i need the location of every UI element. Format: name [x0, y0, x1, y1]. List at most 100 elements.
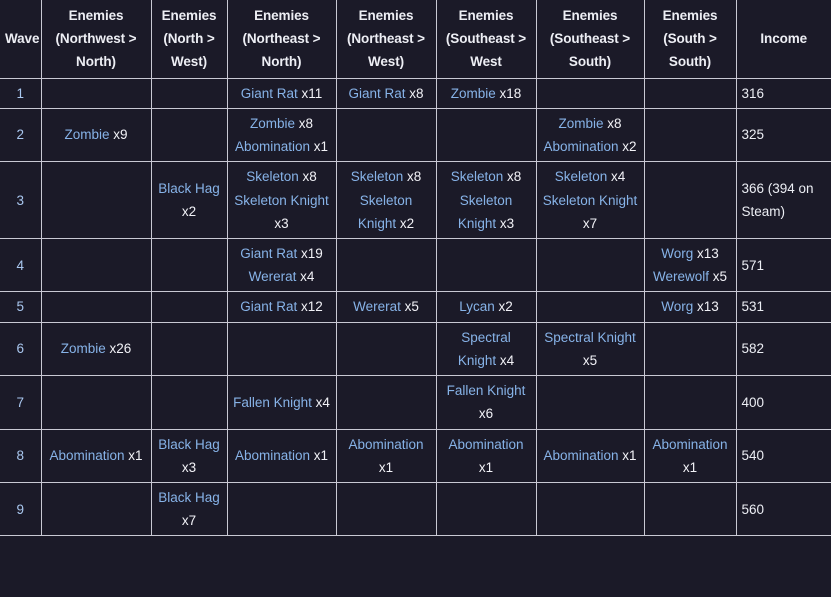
enemy-link[interactable]: Zombie: [64, 127, 109, 142]
enemy-count: x1: [622, 448, 637, 464]
lane-cell-southeast-west: [435, 481, 537, 537]
lane-cell-north-west: [150, 375, 228, 430]
column-header-southeast-south: Enemies (Southeast > South): [535, 0, 645, 79]
lane-cell-northeast-north: Abomination x1: [226, 428, 337, 483]
enemy-count: x8: [302, 169, 317, 185]
enemy-entry: Fallen Knight x4: [233, 395, 330, 410]
enemy-link[interactable]: Abomination: [652, 437, 727, 452]
enemy-entry: Abomination x1: [348, 437, 423, 475]
lane-cell-northeast-west: [335, 375, 437, 430]
enemy-count: x4: [611, 169, 626, 185]
enemy-count: x7: [582, 215, 598, 231]
enemy-link[interactable]: Black Hag: [158, 437, 220, 452]
enemy-link[interactable]: Giant Rat: [240, 246, 297, 261]
enemy-entry: Zombie x8: [558, 116, 621, 131]
enemy-link[interactable]: Zombie: [558, 116, 603, 131]
lane-cell-northwest-north: [40, 481, 152, 537]
enemy-entry: Abomination x1: [49, 448, 142, 463]
enemy-entry: Skeleton Knight x3: [234, 193, 329, 231]
wave-number: 5: [0, 291, 42, 323]
enemy-entry: Skeleton x4: [555, 169, 626, 184]
lane-cell-southeast-west: [435, 107, 537, 163]
enemy-link[interactable]: Abomination: [348, 437, 423, 452]
column-header-north-west: Enemies (North > West): [150, 0, 228, 79]
enemy-entry: Wererat x5: [353, 299, 419, 314]
lane-cell-north-west: [150, 237, 228, 293]
lane-cell-south-south: [643, 375, 737, 430]
lane-cell-northwest-north: Zombie x9: [40, 107, 152, 163]
enemy-link[interactable]: Abomination: [49, 448, 124, 463]
lane-cell-southeast-west: Lycan x2: [435, 291, 537, 323]
column-header-northeast-west: Enemies (Northeast > West): [335, 0, 437, 79]
enemy-link[interactable]: Worg: [661, 246, 693, 261]
lane-cell-north-west: [150, 107, 228, 163]
enemy-link[interactable]: Skeleton: [555, 169, 608, 184]
enemy-link[interactable]: Spectral Knight: [544, 330, 636, 345]
enemy-link[interactable]: Fallen Knight: [447, 383, 526, 398]
enemy-link[interactable]: Skeleton Knight: [543, 193, 638, 208]
income-value: 560: [735, 481, 831, 537]
enemy-count: x2: [498, 299, 513, 315]
enemy-link[interactable]: Zombie: [451, 86, 496, 101]
enemy-entry: Wererat x4: [249, 269, 315, 284]
lane-cell-south-south: [643, 77, 737, 109]
enemy-link[interactable]: Skeleton Knight: [234, 193, 329, 208]
enemy-count: x1: [313, 139, 329, 155]
enemy-link[interactable]: Giant Rat: [241, 86, 298, 101]
lane-cell-south-south: [643, 481, 737, 537]
table-row: 3 Black Hag x2 Skeleton x8 Skeleton Knight …: [0, 161, 831, 239]
enemy-link[interactable]: Skeleton: [351, 169, 404, 184]
column-header-income: Income: [735, 0, 831, 79]
enemy-entry: Giant Rat x11: [241, 86, 323, 101]
column-header-wave: Wave: [0, 0, 42, 79]
enemy-count: x18: [499, 85, 522, 101]
lane-cell-southeast-west: Fallen Knight x6: [435, 375, 537, 430]
enemy-link[interactable]: Wererat: [353, 299, 401, 314]
table-row: 5 Giant Rat x12 Wererat x5 Lycan x2 Worg x13…: [0, 291, 831, 323]
enemy-link[interactable]: Abomination: [448, 437, 523, 452]
enemy-entry: Zombie x26: [61, 341, 132, 356]
enemy-count: x8: [507, 169, 522, 185]
enemy-link[interactable]: Abomination: [543, 139, 618, 154]
enemy-link[interactable]: Black Hag: [158, 181, 220, 196]
lane-cell-southeast-west: [435, 237, 537, 293]
income-value: 540: [735, 428, 831, 483]
enemy-link[interactable]: Abomination: [235, 448, 310, 463]
table-header: Wave Enemies (Northwest > North) Enemies…: [0, 0, 831, 79]
enemy-link[interactable]: Giant Rat: [240, 299, 297, 314]
enemy-count: x8: [409, 85, 424, 101]
lane-cell-southeast-south: Spectral Knight x5: [535, 321, 645, 377]
enemy-count: x11: [301, 85, 323, 101]
lane-cell-northwest-north: [40, 77, 152, 109]
enemy-link[interactable]: Abomination: [543, 448, 618, 463]
lane-cell-southeast-south: [535, 291, 645, 323]
enemy-link[interactable]: Fallen Knight: [233, 395, 312, 410]
lane-cell-northwest-north: [40, 161, 152, 239]
enemy-link[interactable]: Abomination: [235, 139, 310, 154]
enemy-entry: Werewolf x5: [653, 269, 727, 284]
enemy-link[interactable]: Zombie: [250, 116, 295, 131]
lane-cell-northeast-north: [226, 321, 337, 377]
enemy-entry: Abomination x1: [235, 139, 328, 154]
enemy-count: x19: [301, 245, 323, 261]
enemy-count: x12: [301, 299, 323, 315]
enemy-link[interactable]: Werewolf: [653, 269, 709, 284]
enemy-count: x4: [499, 352, 515, 368]
lane-cell-north-west: [150, 77, 228, 109]
table-row: 1 Giant Rat x11 Giant Rat x8 Zombie x18 316: [0, 77, 831, 109]
enemy-link[interactable]: Worg: [661, 299, 693, 314]
table-body: 1 Giant Rat x11 Giant Rat x8 Zombie x18 316 2…: [0, 77, 831, 537]
column-header-south-south: Enemies (South > South): [643, 0, 737, 79]
lane-cell-south-south: [643, 161, 737, 239]
enemy-link[interactable]: Lycan: [459, 299, 495, 314]
enemy-count: x3: [274, 215, 289, 231]
enemy-link[interactable]: Skeleton: [246, 169, 299, 184]
enemy-link[interactable]: Skeleton: [451, 169, 504, 184]
enemy-link[interactable]: Wererat: [249, 269, 297, 284]
enemy-entry: Zombie x8: [250, 116, 313, 131]
enemy-count: x5: [712, 269, 728, 285]
enemy-link[interactable]: Zombie: [61, 341, 106, 356]
enemy-link[interactable]: Giant Rat: [348, 86, 405, 101]
enemy-link[interactable]: Black Hag: [158, 490, 220, 505]
table-row: 6 Zombie x26 Spectral Knight x4 Spectral Kn…: [0, 321, 831, 377]
